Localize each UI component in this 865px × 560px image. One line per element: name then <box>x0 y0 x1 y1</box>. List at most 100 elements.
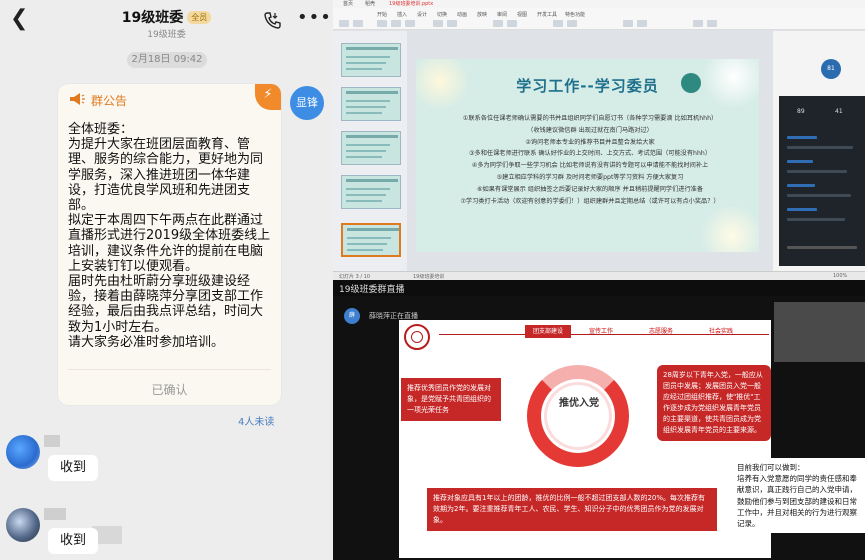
ribbon-tab[interactable]: 动画 <box>457 11 467 18</box>
zoom-level[interactable]: 100% <box>833 273 847 279</box>
ribbon-tab[interactable]: 开始 <box>377 11 387 18</box>
ribbon-tab[interactable]: 切换 <box>437 11 447 18</box>
comment-line <box>787 208 817 211</box>
nav-tab-volunteer[interactable]: 志愿服务 <box>641 325 681 338</box>
nav-tab-social-practice[interactable]: 社会实践 <box>701 325 741 338</box>
megaphone-icon <box>70 93 85 105</box>
info-box-bottom: 推荐对象应具有1年以上的团龄，推优的比例一般不超过团支部人数的20%。每次推荐有… <box>427 488 717 531</box>
slide-thumbnail[interactable] <box>341 175 401 209</box>
info-box-left: 推荐优秀团员作党的发展对象，是党赋予共青团组织的一项光荣任务 <box>401 378 501 421</box>
ribbon-tab[interactable]: 特色功能 <box>565 11 585 18</box>
shared-slide: 团支部建设 宣传工作 志愿服务 社会实践 推优入党 推荐优秀团员作党的发展对象，… <box>399 320 771 558</box>
toolbar-button[interactable] <box>339 20 349 27</box>
center-ring-inner <box>547 385 609 447</box>
group-announcement-card[interactable]: 群公告 ⚡ 全体班委： 为提升大家在班团层面教育、管理、服务的综合能力，更好地为… <box>58 84 281 405</box>
ribbon-toolbar: 开始 插入 设计 切换 动画 放映 审阅 视图 开发工具 特色功能 <box>333 8 865 30</box>
announcement-divider <box>68 369 271 370</box>
viewer-avatar[interactable]: 81 <box>821 59 841 79</box>
comment-line <box>787 170 847 173</box>
toolbar-button[interactable] <box>493 20 503 27</box>
toolbar-button[interactable] <box>707 20 717 27</box>
slide-thumbnail[interactable] <box>341 43 401 77</box>
comment-line <box>787 146 853 149</box>
slide-line: ③多和任课老师进行联系 确认好作业的上交时间、上交方式、考试范围（可能没有hhh… <box>468 150 712 158</box>
comment-input[interactable] <box>787 246 857 249</box>
toolbar-button[interactable] <box>391 20 401 27</box>
ribbon-tab[interactable]: 审阅 <box>497 11 507 18</box>
toolbar-button[interactable] <box>623 20 633 27</box>
comment-line <box>787 194 851 197</box>
ribbon-tab[interactable]: 设计 <box>417 11 427 18</box>
comment-line <box>787 218 845 221</box>
slide-thumbnail[interactable] <box>341 87 401 121</box>
slide-notes-text: 目前我们可以做到： 培养有入党意愿的同学的责任感和奉献意识，真正践行自己的入党申… <box>733 458 865 534</box>
group-name: 19级班委 <box>121 10 184 26</box>
toolbar-button[interactable] <box>567 20 577 27</box>
comment-line <box>787 184 815 187</box>
notes-body: 目前我们可以做到： 培养有入党意愿的同学的责任感和奉献意识，真正践行自己的入党申… <box>737 463 857 529</box>
slide-title: 学习工作--学习委员 <box>516 77 659 95</box>
ribbon-tab[interactable]: 视图 <box>517 11 527 18</box>
stream-title: 19级班委群直播 <box>339 285 405 295</box>
toolbar-button[interactable] <box>693 20 703 27</box>
announcement-label: 群公告 <box>91 94 128 108</box>
slide-thumbnail[interactable] <box>341 131 401 165</box>
more-options-icon[interactable]: ••• <box>297 7 332 28</box>
group-subtitle: 19级班委 <box>147 30 186 40</box>
toolbar-button[interactable] <box>433 20 443 27</box>
toolbar-button[interactable] <box>353 20 363 27</box>
tab-docer[interactable]: 稻壳 <box>365 1 375 7</box>
toolbar-button[interactable] <box>447 20 457 27</box>
toolbar-button[interactable] <box>377 20 387 27</box>
slide-thumbnail-selected[interactable] <box>341 223 401 257</box>
slide-line: ⑥如果有课堂展示 组织抽签之后要记录好大家的顺序 并且稍前提醒同学们进行准备 <box>476 185 704 193</box>
comment-line <box>787 160 813 163</box>
info-box-right: 28周岁以下青年入党，一般应从团员中发展；发展团员入党一般应经过团组织推荐，使"… <box>657 365 771 441</box>
toolbar-button[interactable] <box>637 20 647 27</box>
live-comments-panel: 89 41 <box>779 96 865 266</box>
message-row: 收到 <box>0 435 333 485</box>
chat-header: ❮ 19级班委 全员 19级班委 ••• <box>0 0 333 42</box>
presenter-avatar[interactable]: 薛 <box>344 308 360 324</box>
nav-tab-league-branch[interactable]: 团支部建设 <box>525 325 571 338</box>
slide-line: ①联系各位任课老师确认需要的书并且组织同学们自愿订书（各种学习需要滴 比如耳机h… <box>462 115 718 122</box>
unread-count-link[interactable]: 4人未读 <box>238 413 274 428</box>
toolbar-button[interactable] <box>507 20 517 27</box>
slide-line: ⑤建立相应学科的学习群 及时问老师要ppt等学习资料 方便大家复习 <box>496 173 684 181</box>
chat-panel: ❮ 19级班委 全员 19级班委 ••• 2月18日 09:42 群公告 ⚡ 全体… <box>0 0 333 560</box>
leaf-icon <box>681 73 701 93</box>
stat-value: 41 <box>835 108 843 115</box>
blurred-username <box>44 508 66 520</box>
comment-line <box>787 136 817 139</box>
stream-header: 19级班委群直播 <box>333 280 865 296</box>
member-avatar[interactable] <box>6 435 40 469</box>
sender-avatar[interactable]: 显锋 <box>290 86 324 120</box>
ribbon-tab[interactable]: 开发工具 <box>537 11 557 18</box>
phone-call-icon[interactable] <box>263 10 283 30</box>
slide-body: ①联系各位任课老师确认需要的书并且组织同学们自愿订书（各种学习需要滴 比如耳机h… <box>430 113 750 207</box>
file-name: 19级班委培训 <box>413 274 445 280</box>
message-bubble: 收到 <box>48 455 99 481</box>
app-tab-strip: 首页 稻壳 19级班委培训.pptx <box>333 0 865 8</box>
slide-line: ②询问老师本专业的推荐书目并且整合发给大家 <box>525 138 655 146</box>
ribbon-tab[interactable]: 插入 <box>397 11 407 18</box>
toolbar-button[interactable] <box>553 20 563 27</box>
lightning-icon: ⚡ <box>255 84 281 110</box>
ribbon-tab[interactable]: 放映 <box>477 11 487 18</box>
slide-line: ④多为同学们争取一些学习机会 比如老师说有没有讲的专题可以申请能不能找时间补上 <box>471 162 709 170</box>
nav-tab-publicity[interactable]: 宣传工作 <box>581 325 621 338</box>
member-avatar[interactable] <box>6 508 40 542</box>
confirmed-status[interactable]: 已确认 <box>58 381 281 398</box>
tab-ppt-file[interactable]: 19级班委培训.pptx <box>389 1 433 7</box>
slide-line: （收钱建议微信群 出现过就在南门马路对过） <box>527 126 653 134</box>
flower-decoration <box>697 206 759 252</box>
camera-preview <box>774 302 865 362</box>
all-members-badge: 全员 <box>187 11 212 24</box>
message-bubble: 收到 <box>48 528 99 554</box>
toolbar-button[interactable] <box>405 20 415 27</box>
status-bar: 幻灯片 3 / 10 19级班委培训 100% <box>333 271 865 280</box>
live-stream-panel: 19级班委群直播 薛 薛晓萍正在直播 团支部建设 宣传工作 志愿服务 社会实践 … <box>333 280 865 560</box>
chat-title: 19级班委 全员 <box>0 7 333 27</box>
announcement-body: 全体班委： 为提升大家在班团层面教育、管理、服务的综合能力，更好地为同学服务，深… <box>68 122 271 350</box>
tab-home[interactable]: 首页 <box>343 1 353 7</box>
